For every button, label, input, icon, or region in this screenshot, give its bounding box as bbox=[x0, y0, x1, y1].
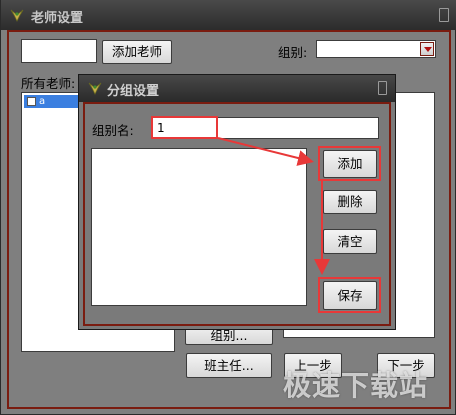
watermark-text: 极速下载站 bbox=[283, 369, 429, 402]
annotation-arrows bbox=[217, 137, 330, 275]
arrow-to-add bbox=[217, 137, 314, 166]
